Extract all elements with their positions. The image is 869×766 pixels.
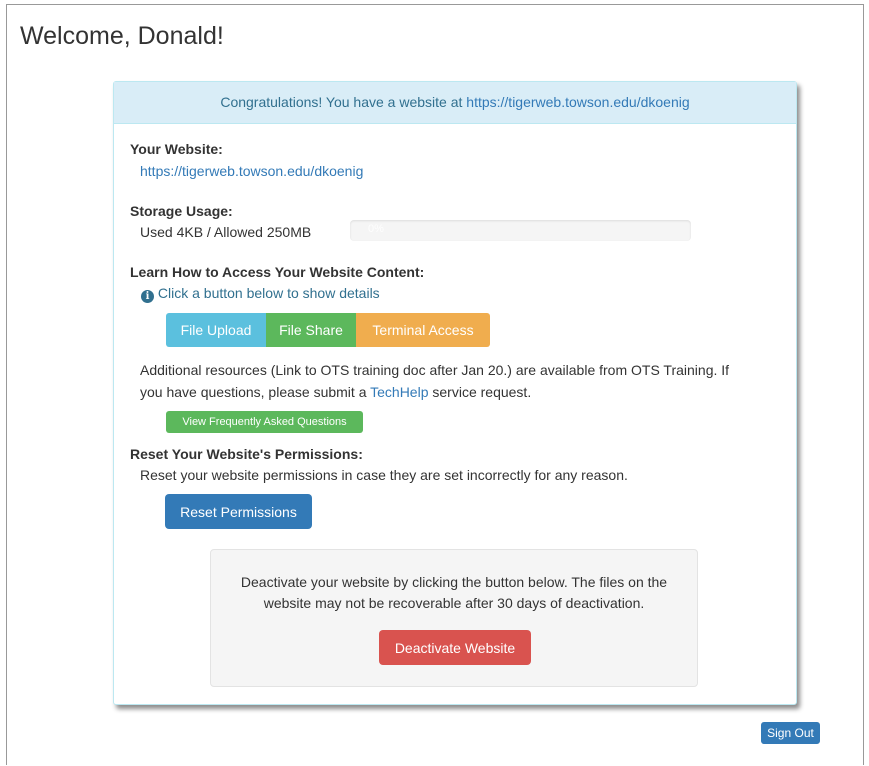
access-button-group: File Upload File Share Terminal Access (166, 313, 490, 347)
learn-hint-text: Click a button below to show details (157, 285, 380, 301)
deactivate-text: Deactivate your website by clicking the … (226, 572, 682, 614)
reset-permissions-button[interactable]: Reset Permissions (165, 494, 312, 529)
deactivate-website-button[interactable]: Deactivate Website (379, 630, 531, 665)
terminal-access-button[interactable]: Terminal Access (356, 313, 490, 347)
panel-heading: Congratulations! You have a website at h… (114, 82, 796, 124)
deactivate-text-line-1: Deactivate your website by clicking the … (240, 574, 668, 590)
resources-text-2: you have questions, please submit a Tech… (140, 384, 531, 400)
faq-button[interactable]: View Frequently Asked Questions (166, 411, 363, 433)
info-circle-icon: i (141, 290, 154, 303)
file-share-button[interactable]: File Share (266, 313, 356, 347)
heading-website-link[interactable]: https://tigerweb.towson.edu/dkoenig (466, 94, 689, 110)
storage-progress-text: 0% (368, 223, 384, 235)
deactivate-text-line-2: website may not be recoverable after 30 … (263, 595, 645, 611)
reset-label: Reset Your Website's Permissions: (130, 446, 363, 462)
file-upload-button[interactable]: File Upload (166, 313, 266, 347)
storage-label: Storage Usage: (130, 203, 233, 219)
resources-text-1: Additional resources (Link to OTS traini… (140, 362, 730, 378)
website-panel: Congratulations! You have a website at h… (113, 81, 797, 705)
deactivate-well: Deactivate your website by clicking the … (210, 549, 698, 687)
welcome-title: Welcome, Donald! (20, 22, 224, 50)
resources-text-2b: service request. (428, 384, 532, 400)
website-label: Your Website: (130, 141, 223, 157)
storage-progress-bar: 0% (350, 220, 691, 241)
techhelp-link[interactable]: TechHelp (370, 384, 428, 400)
storage-usage-text: Used 4KB / Allowed 250MB (140, 224, 312, 240)
learn-label: Learn How to Access Your Website Content… (130, 264, 425, 280)
resources-text-2a: you have questions, please submit a (140, 384, 371, 400)
website-url-link[interactable]: https://tigerweb.towson.edu/dkoenig (140, 163, 363, 179)
sign-out-button[interactable]: Sign Out (761, 722, 820, 744)
heading-text: Congratulations! You have a website at (220, 94, 467, 110)
reset-text: Reset your website permissions in case t… (140, 467, 628, 483)
learn-hint: i Click a button below to show details (141, 285, 380, 303)
